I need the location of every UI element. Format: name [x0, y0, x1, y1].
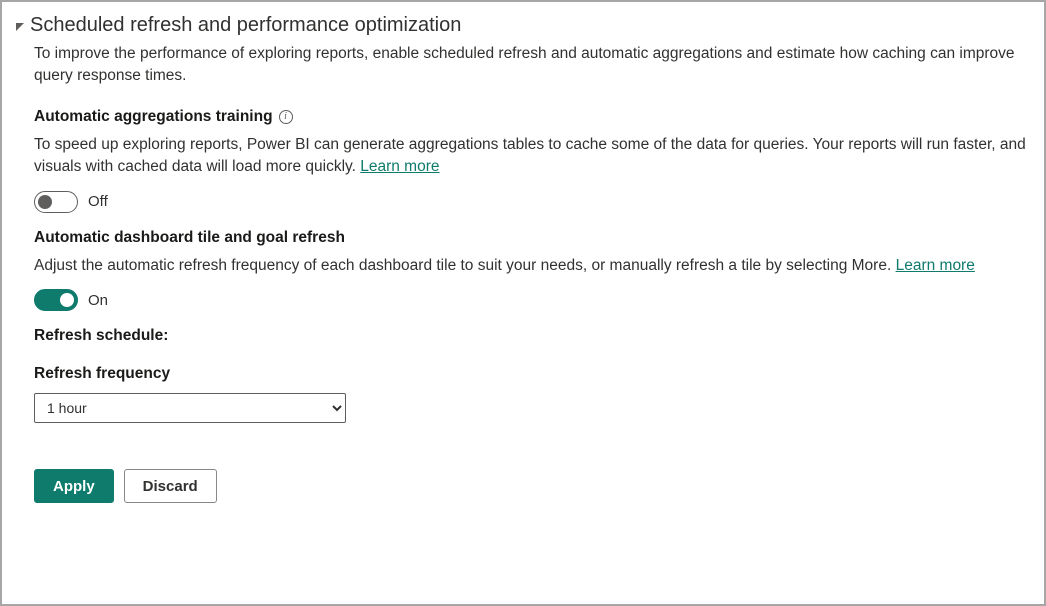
aggregations-toggle-row: Off: [34, 191, 1028, 213]
aggregations-toggle[interactable]: [34, 191, 78, 213]
dashboard-refresh-title: Automatic dashboard tile and goal refres…: [34, 229, 1028, 247]
section-header[interactable]: Scheduled refresh and performance optimi…: [14, 14, 1028, 37]
toggle-knob: [60, 293, 74, 307]
refresh-schedule-label: Refresh schedule:: [34, 327, 1028, 345]
dashboard-refresh-desc-text: Adjust the automatic refresh frequency o…: [34, 257, 896, 274]
dashboard-refresh-toggle-row: On: [34, 289, 1028, 311]
section-description: To improve the performance of exploring …: [34, 43, 1028, 88]
dashboard-refresh-toggle[interactable]: [34, 289, 78, 311]
aggregations-description: To speed up exploring reports, Power BI …: [34, 134, 1028, 179]
expand-collapse-icon[interactable]: [14, 21, 26, 33]
refresh-frequency-select[interactable]: 1 hour: [34, 393, 346, 423]
dashboard-refresh-learn-more-link[interactable]: Learn more: [896, 257, 975, 274]
refresh-frequency-label: Refresh frequency: [34, 365, 1028, 383]
aggregations-learn-more-link[interactable]: Learn more: [360, 158, 439, 175]
section-content: To improve the performance of exploring …: [14, 43, 1028, 503]
section-title: Scheduled refresh and performance optimi…: [30, 14, 461, 37]
aggregations-toggle-label: Off: [88, 193, 108, 210]
discard-button[interactable]: Discard: [124, 469, 217, 503]
aggregations-title-row: Automatic aggregations training i: [34, 108, 1028, 126]
apply-button[interactable]: Apply: [34, 469, 114, 503]
dashboard-refresh-toggle-label: On: [88, 292, 108, 309]
toggle-knob: [38, 195, 52, 209]
info-icon[interactable]: i: [279, 110, 293, 124]
aggregations-desc-text: To speed up exploring reports, Power BI …: [34, 136, 1026, 175]
aggregations-title: Automatic aggregations training: [34, 108, 273, 126]
dashboard-refresh-description: Adjust the automatic refresh frequency o…: [34, 255, 1028, 277]
button-row: Apply Discard: [34, 469, 1028, 503]
